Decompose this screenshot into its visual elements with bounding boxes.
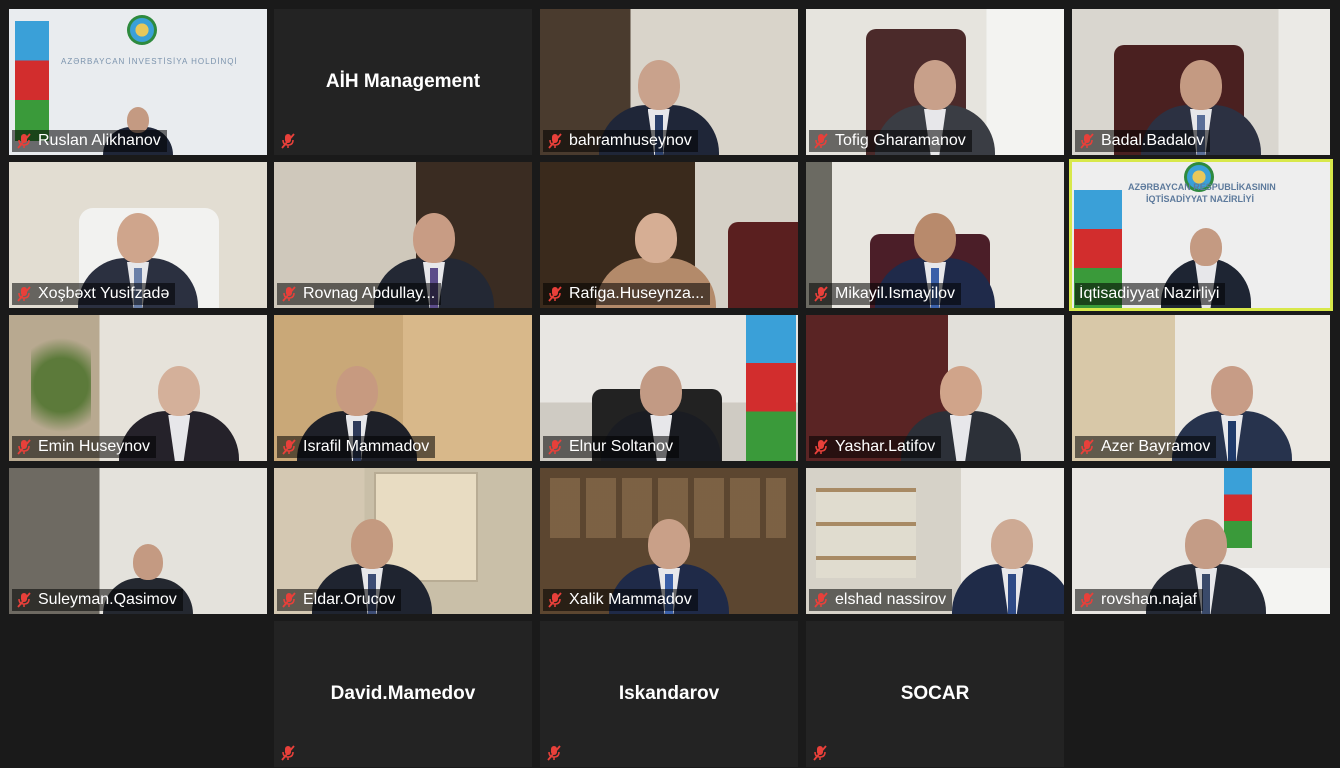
participant-name: SOCAR <box>900 683 970 704</box>
participant-name: Xoşbəxt Yusifzadə <box>38 285 170 302</box>
participant-tile[interactable]: rovshan.najaf <box>1072 468 1330 614</box>
participant-name-tag: Xoşbəxt Yusifzadə <box>12 283 176 305</box>
participant-name-tag: bahramhuseynov <box>543 130 698 152</box>
participant-name-tag: Eldar.Orucov <box>277 589 402 611</box>
participant-tile[interactable]: Iskandarov <box>540 621 798 767</box>
flag-icon <box>15 21 49 141</box>
participant-name-tag: Elnur Soltanov <box>543 436 680 458</box>
emblem-icon <box>127 15 157 45</box>
participant-tile[interactable]: Yashar.Latifov <box>806 315 1064 461</box>
muted-microphone-icon <box>281 592 297 608</box>
muted-microphone-icon <box>281 286 297 302</box>
participant-name: David.Mamedov <box>330 683 476 704</box>
participant-name-tag: Suleyman.Qasimov <box>12 589 183 611</box>
participant-name-tag: elshad nassirov <box>809 589 953 611</box>
participant-tile[interactable]: Azer Bayramov <box>1072 315 1330 461</box>
muted-microphone-icon <box>281 439 297 455</box>
participant-tile[interactable]: Suleyman.Qasimov <box>9 468 267 614</box>
participant-tile[interactable]: AZƏRBAYCAN İNVESTİSİYA HOLDİNQİ Ruslan A… <box>9 9 267 155</box>
muted-microphone-icon <box>280 745 296 761</box>
muted-microphone-icon <box>813 439 829 455</box>
participant-tile[interactable]: Eldar.Orucov <box>274 468 532 614</box>
muted-microphone-icon <box>813 592 829 608</box>
participant-name: rovshan.najaf <box>1101 591 1198 608</box>
participant-name: Yashar.Latifov <box>835 438 936 455</box>
muted-microphone-icon <box>547 439 563 455</box>
muted-microphone-icon <box>547 286 563 302</box>
participant-name-tag: Israfil Mammadov <box>277 436 436 458</box>
muted-microphone-icon <box>547 133 563 149</box>
participant-name-tag: rovshan.najaf <box>1075 589 1204 611</box>
muted-microphone-icon <box>16 286 32 302</box>
participant-tile[interactable]: elshad nassirov <box>806 468 1064 614</box>
participant-name: Ruslan Alikhanov <box>38 132 161 149</box>
participant-tile[interactable]: Israfil Mammadov <box>274 315 532 461</box>
muted-microphone-icon <box>1079 592 1095 608</box>
muted-microphone-icon <box>16 592 32 608</box>
participant-name: Xalik Mammadov <box>569 591 692 608</box>
participant-tile[interactable]: Emin Huseynov <box>9 315 267 461</box>
participant-name-tag: Ruslan Alikhanov <box>12 130 167 152</box>
participant-name: Rafiga.Huseynza... <box>569 285 705 302</box>
participant-name-tag: Emin Huseynov <box>12 436 157 458</box>
participant-name: elshad nassirov <box>835 591 947 608</box>
organization-logo-text: AZƏRBAYCAN RESPUBLİKASININ <box>1128 182 1276 192</box>
participant-name-tag: Azer Bayramov <box>1075 436 1217 458</box>
participant-name: Azer Bayramov <box>1101 438 1211 455</box>
participant-name: Rovnag Abdullay... <box>303 285 436 302</box>
participant-name-tag: Rovnag Abdullay... <box>277 283 442 305</box>
muted-microphone-icon <box>1079 439 1095 455</box>
participant-tile[interactable]: Xoşbəxt Yusifzadə <box>9 162 267 308</box>
participant-name: Iskandarov <box>618 683 720 704</box>
participant-name: Israfil Mammadov <box>303 438 430 455</box>
muted-microphone-icon <box>547 592 563 608</box>
participant-name-tag: İqtisadiyyat Nazirliyi <box>1075 283 1226 305</box>
muted-microphone-icon <box>280 133 296 149</box>
organization-logo-text: AZƏRBAYCAN İNVESTİSİYA HOLDİNQİ <box>61 57 238 66</box>
muted-microphone-icon <box>16 439 32 455</box>
participant-tile[interactable]: AİH Management <box>274 9 532 155</box>
participant-name: AİH Management <box>325 71 481 92</box>
participant-name: Eldar.Orucov <box>303 591 396 608</box>
participant-tile[interactable]: Badal.Badalov <box>1072 9 1330 155</box>
participant-tile[interactable]: SOCAR <box>806 621 1064 767</box>
participant-tile[interactable]: bahramhuseynov <box>540 9 798 155</box>
participant-name: Elnur Soltanov <box>569 438 674 455</box>
participant-tile[interactable]: Elnur Soltanov <box>540 315 798 461</box>
muted-microphone-icon <box>813 133 829 149</box>
participant-name-tag: Mikayil.Ismayilov <box>809 283 962 305</box>
participant-name: Tofig Gharamanov <box>835 132 966 149</box>
participant-name-tag: Rafiga.Huseynza... <box>543 283 711 305</box>
participant-tile[interactable]: Tofig Gharamanov <box>806 9 1064 155</box>
muted-microphone-icon <box>546 745 562 761</box>
participant-tile[interactable]: Mikayil.Ismayilov <box>806 162 1064 308</box>
participant-name: Emin Huseynov <box>38 438 151 455</box>
participant-name: İqtisadiyyat Nazirliyi <box>1079 285 1220 302</box>
organization-logo-text: İQTİSADİYYAT NAZİRLİYİ <box>1146 194 1255 204</box>
participant-name-tag: Yashar.Latifov <box>809 436 942 458</box>
participant-name: Suleyman.Qasimov <box>38 591 177 608</box>
participant-name: Mikayil.Ismayilov <box>835 285 956 302</box>
participant-name-tag: Tofig Gharamanov <box>809 130 972 152</box>
participant-tile[interactable]: David.Mamedov <box>274 621 532 767</box>
muted-microphone-icon <box>813 286 829 302</box>
muted-microphone-icon <box>16 133 32 149</box>
participant-tile[interactable]: Rovnag Abdullay... <box>274 162 532 308</box>
participant-tile-active-speaker[interactable]: AZƏRBAYCAN RESPUBLİKASININ İQTİSADİYYAT … <box>1069 159 1333 311</box>
participant-name: bahramhuseynov <box>569 132 692 149</box>
flag-icon <box>746 315 796 461</box>
participant-name-tag: Xalik Mammadov <box>543 589 698 611</box>
muted-microphone-icon <box>812 745 828 761</box>
participant-tile[interactable]: Xalik Mammadov <box>540 468 798 614</box>
participant-tile[interactable]: Rafiga.Huseynza... <box>540 162 798 308</box>
muted-microphone-icon <box>1079 133 1095 149</box>
participant-name: Badal.Badalov <box>1101 132 1205 149</box>
participant-name-tag: Badal.Badalov <box>1075 130 1211 152</box>
video-gallery: AZƏRBAYCAN İNVESTİSİYA HOLDİNQİ Ruslan A… <box>0 0 1340 768</box>
